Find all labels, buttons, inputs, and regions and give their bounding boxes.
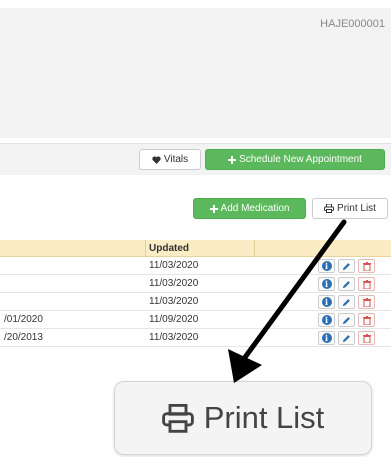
trash-icon xyxy=(362,333,371,343)
trash-icon xyxy=(362,261,371,271)
table-row: 11/03/2020 i xyxy=(0,257,391,275)
info-button[interactable]: i xyxy=(318,259,335,273)
trash-icon xyxy=(362,315,371,325)
edit-button[interactable] xyxy=(338,277,355,291)
vitals-label: Vitals xyxy=(163,154,189,165)
print-list-label: Print List xyxy=(337,203,376,214)
info-button[interactable]: i xyxy=(318,277,335,291)
edit-button[interactable] xyxy=(338,331,355,345)
table-row: /20/2013 11/03/2020 i xyxy=(0,329,391,347)
printer-icon xyxy=(161,403,194,433)
patient-header-panel: HAJE000001 xyxy=(0,8,391,138)
delete-button[interactable] xyxy=(358,313,375,327)
trash-icon xyxy=(362,279,371,289)
vitals-button[interactable]: Vitals xyxy=(139,149,201,170)
row-updated: 11/03/2020 xyxy=(149,332,199,343)
row-date: /20/2013 xyxy=(4,332,43,343)
plus-icon xyxy=(228,155,237,164)
info-icon: i xyxy=(321,261,332,271)
print-list-button[interactable]: Print List xyxy=(312,198,388,219)
delete-button[interactable] xyxy=(358,277,375,291)
plus-icon xyxy=(209,204,218,213)
pencil-icon xyxy=(342,316,350,324)
info-icon: i xyxy=(321,333,332,343)
table-header: Updated xyxy=(0,240,391,257)
edit-button[interactable] xyxy=(338,259,355,273)
pencil-icon xyxy=(342,298,350,306)
column-divider xyxy=(145,240,146,257)
info-button[interactable]: i xyxy=(318,313,335,327)
info-icon: i xyxy=(321,315,332,325)
print-list-zoom-label: Print List xyxy=(203,400,325,435)
info-button[interactable]: i xyxy=(318,295,335,309)
delete-button[interactable] xyxy=(358,259,375,273)
edit-button[interactable] xyxy=(338,295,355,309)
row-date: /01/2020 xyxy=(4,314,43,325)
table-row: 11/03/2020 i xyxy=(0,293,391,311)
add-medication-label: Add Medication xyxy=(220,203,290,214)
delete-button[interactable] xyxy=(358,331,375,345)
row-updated: 11/09/2020 xyxy=(149,314,199,325)
edit-button[interactable] xyxy=(338,313,355,327)
printer-icon xyxy=(324,204,335,213)
delete-button[interactable] xyxy=(358,295,375,309)
trash-icon xyxy=(362,297,371,307)
row-updated: 11/03/2020 xyxy=(149,278,199,289)
info-button[interactable]: i xyxy=(318,331,335,345)
pencil-icon xyxy=(342,262,350,270)
schedule-label: Schedule New Appointment xyxy=(239,154,362,165)
patient-id: HAJE000001 xyxy=(320,18,385,30)
action-toolbar: Vitals Schedule New Appointment xyxy=(0,143,391,175)
row-updated: 11/03/2020 xyxy=(149,296,199,307)
pencil-icon xyxy=(342,334,350,342)
pencil-icon xyxy=(342,280,350,288)
heart-icon xyxy=(152,155,161,164)
print-list-zoom-callout: Print List xyxy=(114,381,372,455)
column-header-updated: Updated xyxy=(149,243,189,254)
column-divider xyxy=(254,240,255,257)
medications-table: Updated 11/03/2020 i 11/03/2020 i 11/03/… xyxy=(0,240,391,347)
info-icon: i xyxy=(321,297,332,307)
add-medication-button[interactable]: Add Medication xyxy=(193,198,306,219)
row-updated: 11/03/2020 xyxy=(149,260,199,271)
table-row: /01/2020 11/09/2020 i xyxy=(0,311,391,329)
table-row: 11/03/2020 i xyxy=(0,275,391,293)
schedule-appointment-button[interactable]: Schedule New Appointment xyxy=(205,149,385,170)
info-icon: i xyxy=(321,279,332,289)
